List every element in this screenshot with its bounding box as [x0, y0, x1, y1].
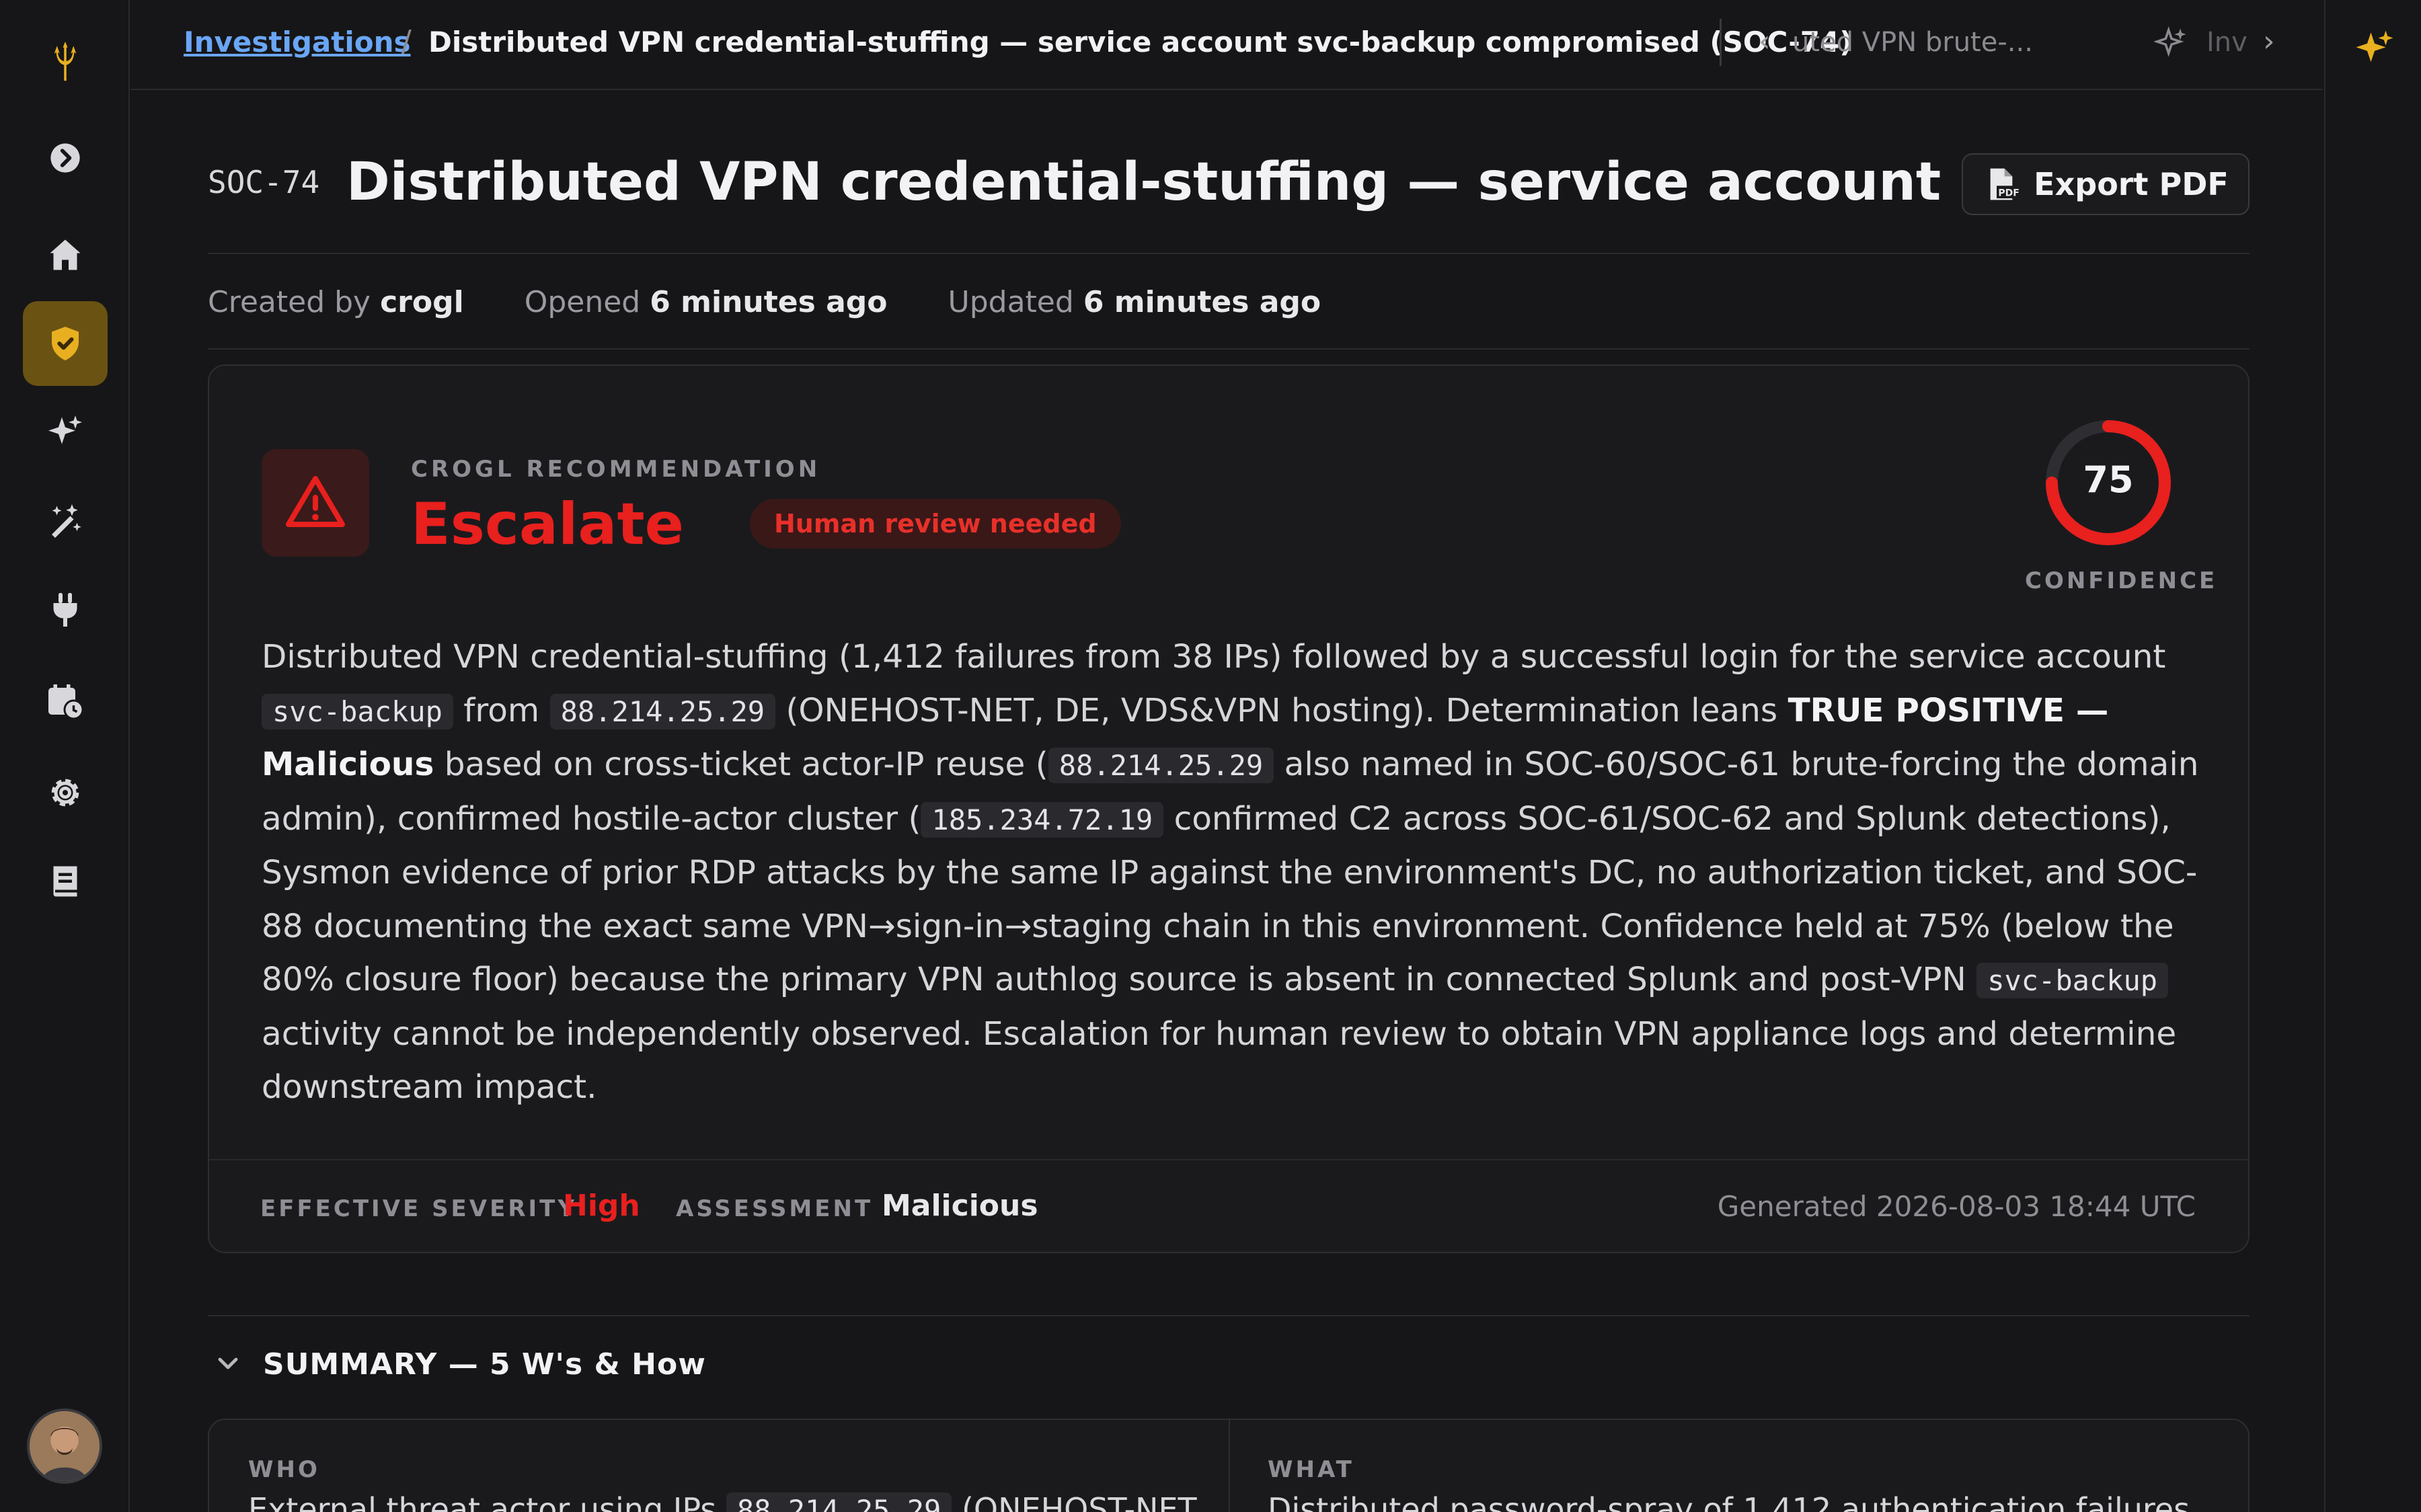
pdf-file-icon: PDF — [1990, 168, 2020, 200]
code-ip: 88.214.25.29 — [726, 1493, 952, 1512]
case-meta: Created by crogl Opened 6 minutes ago Upda… — [208, 285, 1321, 319]
book-docs-icon[interactable] — [23, 839, 108, 924]
code-ip: 88.214.25.29 — [549, 693, 776, 729]
ai-sparkles-icon[interactable] — [23, 390, 108, 475]
breadcrumb-investigations-link[interactable]: Investigations — [184, 26, 411, 58]
assessment-label: ASSESSMENT — [676, 1195, 874, 1222]
toolbar-divider — [1720, 19, 1722, 66]
who-label: WHO — [248, 1456, 320, 1483]
rationale-text: based on cross-ticket actor-IP reuse ( — [444, 746, 1048, 783]
severity-label: EFFECTIVE SEVERITY — [260, 1195, 577, 1222]
investigations-shield-icon[interactable] — [23, 301, 108, 386]
code-ip: 185.234.72.19 — [921, 801, 1164, 838]
opened-prefix: Opened — [524, 285, 641, 319]
rationale-text: (ONEHOST-NET, DE, VDS&VPN hosting). Dete… — [785, 691, 1778, 729]
confidence-value: 75 — [2083, 459, 2134, 501]
recommendation-rationale: Distributed VPN credential-stuffing (1,4… — [262, 631, 2212, 1115]
recommendation-label: CROGL RECOMMENDATION — [411, 456, 821, 483]
what-label: WHAT — [1268, 1456, 1354, 1483]
left-sidebar — [0, 0, 130, 1512]
code-account: svc-backup — [1976, 963, 2169, 998]
next-chevron-icon[interactable]: › — [2263, 24, 2275, 58]
next-investigation-link[interactable]: Inv — [2206, 27, 2254, 58]
what-text: Distributed password-spray of 1,412 auth… — [1268, 1491, 2190, 1512]
breadcrumb-separator: / — [401, 24, 412, 58]
warning-triangle-icon — [262, 449, 369, 557]
opened-time: 6 minutes ago — [650, 285, 888, 319]
rationale-text: from — [463, 691, 540, 729]
generated-timestamp: Generated 2026-08-03 18:44 UTC — [1717, 1190, 2196, 1223]
who-text-post: (ONEHOST-NET — [961, 1491, 1197, 1512]
prev-chevron-icon[interactable]: ‹ — [1759, 24, 1771, 58]
code-ip: 88.214.25.29 — [1048, 748, 1274, 783]
recommendation-footer: EFFECTIVE SEVERITY High ASSESSMENT Malic… — [209, 1159, 2248, 1253]
export-pdf-label: Export PDF — [2034, 166, 2229, 202]
assessment-value: Malicious — [882, 1189, 1038, 1223]
user-avatar[interactable] — [27, 1408, 102, 1484]
calendar-clock-icon[interactable] — [23, 659, 108, 744]
divider — [208, 1315, 2250, 1316]
case-id: SOC-74 — [208, 164, 320, 200]
main-content: Investigations / Distributed VPN credent… — [131, 0, 2323, 1512]
top-bar: Investigations / Distributed VPN credent… — [131, 0, 2323, 90]
svg-text:PDF: PDF — [1999, 188, 2020, 199]
who-text-pre: External threat actor using IPs — [248, 1491, 717, 1512]
created-by: crogl — [380, 285, 464, 319]
prev-investigation-link[interactable]: uted VPN brute-... — [1792, 27, 2189, 58]
magic-wand-icon[interactable] — [23, 479, 108, 563]
export-pdf-button[interactable]: PDF Export PDF — [1962, 153, 2250, 215]
summary-divider — [1229, 1420, 1230, 1512]
settings-gear-icon[interactable] — [23, 750, 108, 835]
updated-time: 6 minutes ago — [1083, 285, 1321, 319]
who-text: External threat actor using IPs 88.214.2… — [248, 1491, 1197, 1512]
page-title: Distributed VPN credential-stuffing — se… — [346, 152, 2020, 212]
breadcrumb-current: Distributed VPN credential-stuffing — se… — [428, 26, 1853, 58]
recommendation-card: CROGL RECOMMENDATION Escalate Human revi… — [208, 364, 2250, 1253]
sparkle-icon — [2153, 26, 2189, 63]
created-prefix: Created by — [208, 285, 371, 319]
human-review-badge: Human review needed — [750, 499, 1121, 549]
plug-icon[interactable] — [23, 567, 108, 652]
code-account: svc-backup — [262, 693, 453, 729]
divider — [208, 348, 2250, 350]
home-icon[interactable] — [23, 212, 108, 297]
updated-prefix: Updated — [948, 285, 1074, 319]
right-rail — [2324, 0, 2421, 1512]
chevron-down-icon[interactable] — [212, 1347, 244, 1382]
trident-logo-icon[interactable] — [23, 19, 108, 104]
rationale-text: Distributed VPN credential-stuffing (1,4… — [262, 638, 2166, 676]
summary-card: WHO External threat actor using IPs 88.2… — [208, 1419, 2250, 1512]
divider — [208, 253, 2250, 254]
recommendation-verdict: Escalate — [411, 491, 684, 558]
ai-assistant-sparkle-icon[interactable] — [2352, 27, 2397, 74]
expand-sidebar-icon[interactable] — [23, 116, 108, 200]
rationale-text: activity cannot be independently observe… — [262, 1014, 2177, 1107]
summary-section-title[interactable]: SUMMARY — 5 W's & How — [263, 1347, 706, 1382]
confidence-label: CONFIDENCE — [2025, 567, 2218, 594]
severity-value: High — [563, 1189, 640, 1223]
